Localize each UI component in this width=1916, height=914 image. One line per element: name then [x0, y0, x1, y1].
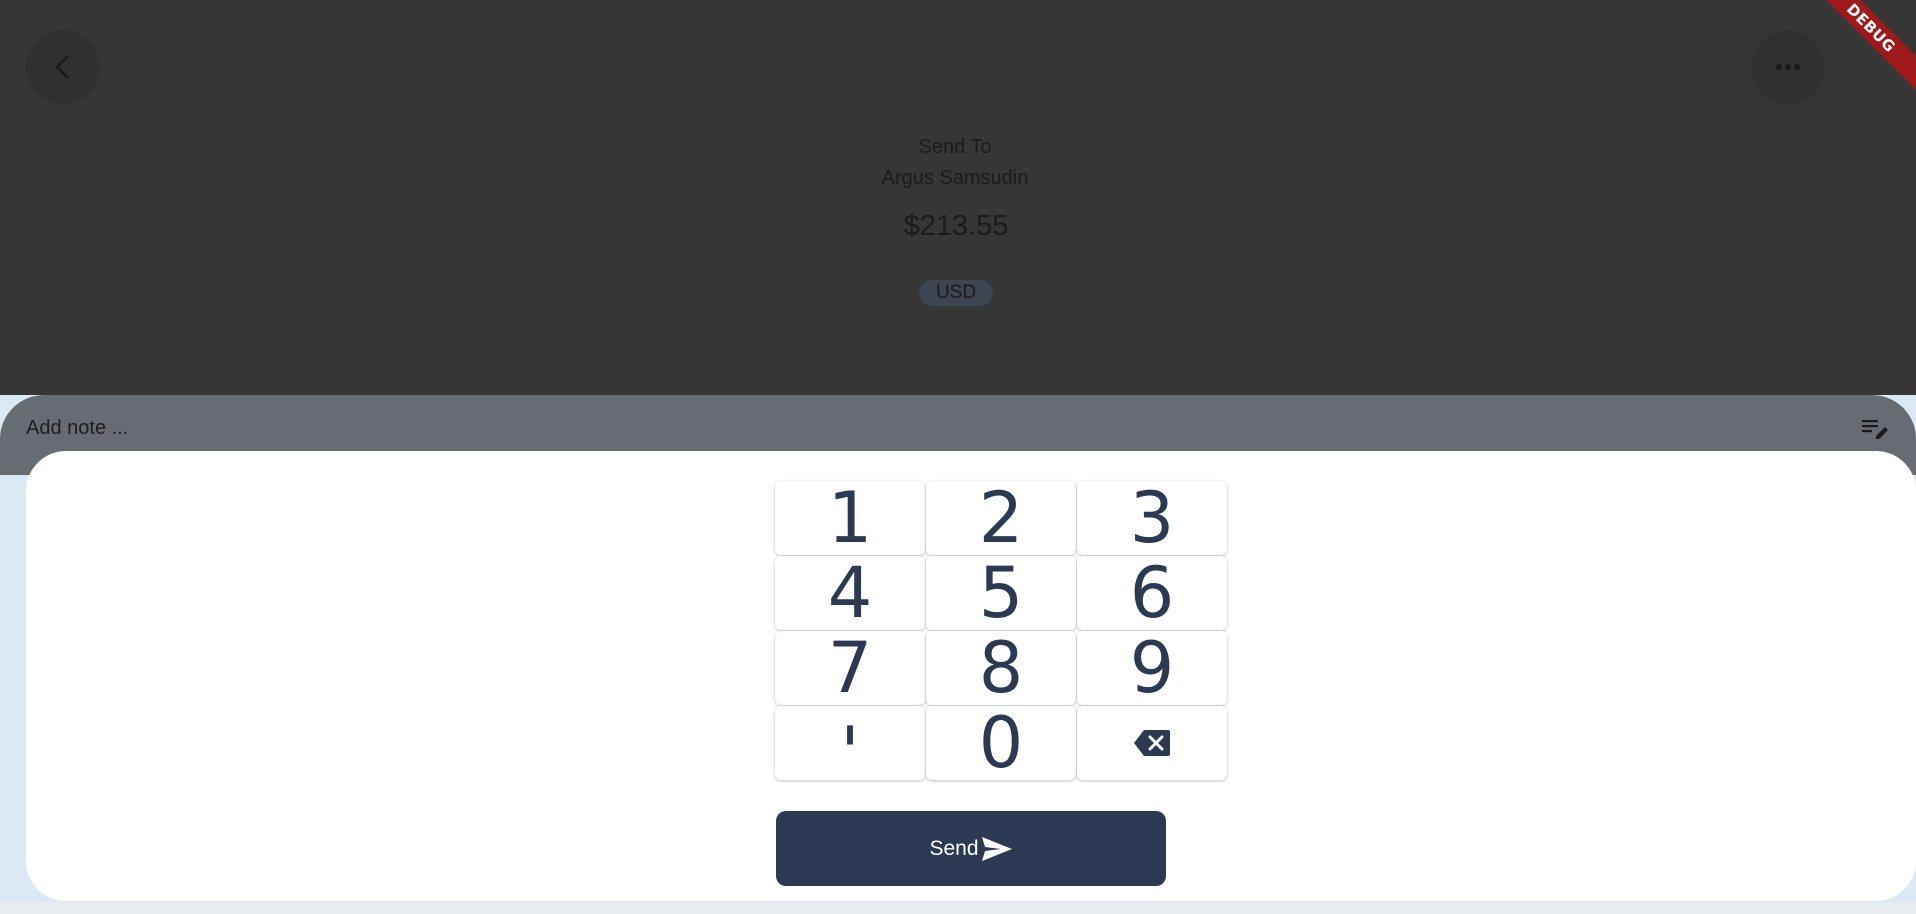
- transfer-header: DEBUG Send To Argus Samsudin $213.55 USD: [0, 0, 1916, 395]
- bottom-strip: [0, 902, 1916, 914]
- edit-note-icon[interactable]: [1858, 414, 1892, 444]
- key-1[interactable]: 1: [775, 477, 925, 559]
- key-7[interactable]: 7: [775, 627, 925, 709]
- send-to-label: Send To: [918, 136, 992, 158]
- send-button[interactable]: Send: [776, 811, 1166, 886]
- send-button-label: Send: [929, 836, 979, 860]
- more-horiz-icon: [1776, 64, 1800, 70]
- key-6[interactable]: 6: [1077, 552, 1227, 634]
- recipient-name: Argus Samsudin: [881, 167, 1029, 189]
- currency-selector[interactable]: USD: [919, 280, 993, 306]
- key-2[interactable]: 2: [926, 477, 1076, 559]
- key-3[interactable]: 3: [1077, 477, 1227, 559]
- key-5[interactable]: 5: [926, 552, 1076, 634]
- key-4[interactable]: 4: [775, 552, 925, 634]
- note-input[interactable]: Add note ...: [26, 417, 128, 440]
- key-8[interactable]: 8: [926, 627, 1076, 709]
- more-options-button[interactable]: [1751, 30, 1825, 104]
- backspace-icon: [1134, 730, 1170, 756]
- send-icon: [981, 836, 1012, 861]
- numeric-keypad: 1 2 3 4 5 6 7 8 9 ' 0: [775, 477, 1227, 794]
- chevron-left-icon: [55, 55, 69, 79]
- key-0[interactable]: 0: [926, 702, 1076, 784]
- key-decimal[interactable]: ': [775, 706, 925, 794]
- back-button[interactable]: [26, 30, 100, 104]
- key-backspace[interactable]: [1077, 706, 1227, 780]
- amount-display: $213.55: [903, 210, 1009, 242]
- key-9[interactable]: 9: [1077, 627, 1227, 709]
